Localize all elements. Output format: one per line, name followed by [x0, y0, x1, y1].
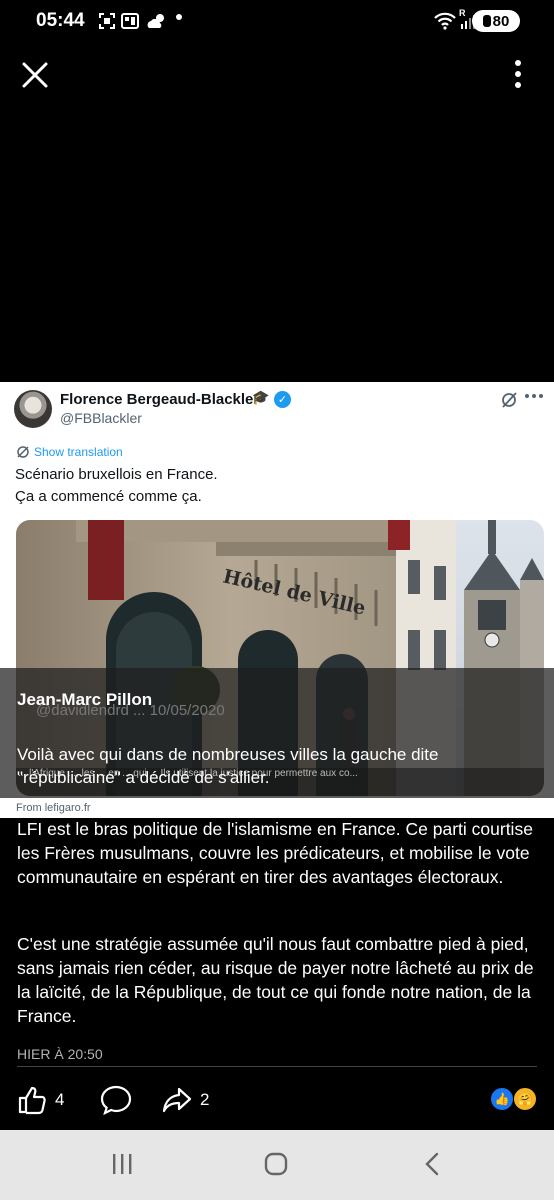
tweet-text-line: Scénario bruxellois en France.	[15, 466, 218, 483]
post-paragraph: LFI est le bras politique de l'islamisme…	[17, 819, 533, 887]
comment-icon[interactable]	[100, 1085, 132, 1115]
grok-icon[interactable]	[500, 391, 518, 409]
like-button[interactable]: 4	[17, 1085, 77, 1115]
close-icon[interactable]	[20, 58, 50, 92]
avatar[interactable]	[14, 390, 52, 428]
share-arrow-icon	[162, 1087, 192, 1113]
post-timestamp: HIER À 20:50	[17, 1046, 103, 1062]
tweet-more-icon[interactable]	[524, 392, 544, 400]
post-quote-line: "républicaine" a décidé de s'allier.	[17, 768, 270, 787]
post-paragraph: C'est une stratégie assumée qu'il nous f…	[17, 934, 534, 1026]
battery-icon: 80	[472, 10, 520, 32]
link-source[interactable]: From lefigaro.fr	[16, 802, 91, 814]
graduation-cap-icon: 🎓	[252, 389, 270, 405]
notification-dot-icon	[176, 14, 182, 20]
recent-apps-icon[interactable]	[110, 1152, 134, 1176]
like-count: 4	[55, 1090, 65, 1109]
more-vertical-icon[interactable]	[508, 58, 528, 92]
tweet-text-line: Ça a commencé comme ça.	[15, 488, 202, 505]
gallery-icon	[121, 13, 139, 29]
post-author-name[interactable]: Jean-Marc Pillon	[17, 690, 152, 710]
divider	[17, 1066, 537, 1067]
post-quote-line: Voilà avec qui dans de nombreuses villes…	[17, 745, 439, 764]
share-button[interactable]: 2	[162, 1085, 222, 1115]
like-reaction-icon[interactable]: 👍	[490, 1087, 514, 1111]
verified-badge-icon: ✓	[274, 391, 291, 408]
back-icon[interactable]	[422, 1152, 442, 1176]
status-time: 05:44	[36, 10, 85, 31]
wifi-icon	[434, 12, 456, 30]
screenshot-icon	[99, 13, 115, 29]
care-reaction-icon[interactable]: 🤗	[513, 1087, 537, 1111]
weather-icon	[147, 14, 164, 28]
battery-level: 80	[492, 12, 510, 30]
show-translation-link[interactable]: Show translation	[34, 445, 123, 459]
home-icon[interactable]	[264, 1152, 288, 1176]
thumbs-up-icon	[18, 1086, 46, 1115]
translate-icon	[17, 446, 29, 458]
tweet-author-name[interactable]: Florence Bergeaud-Blackler	[60, 391, 259, 408]
tweet-handle[interactable]: @FBBlackler	[60, 410, 142, 426]
share-count: 2	[200, 1090, 210, 1109]
